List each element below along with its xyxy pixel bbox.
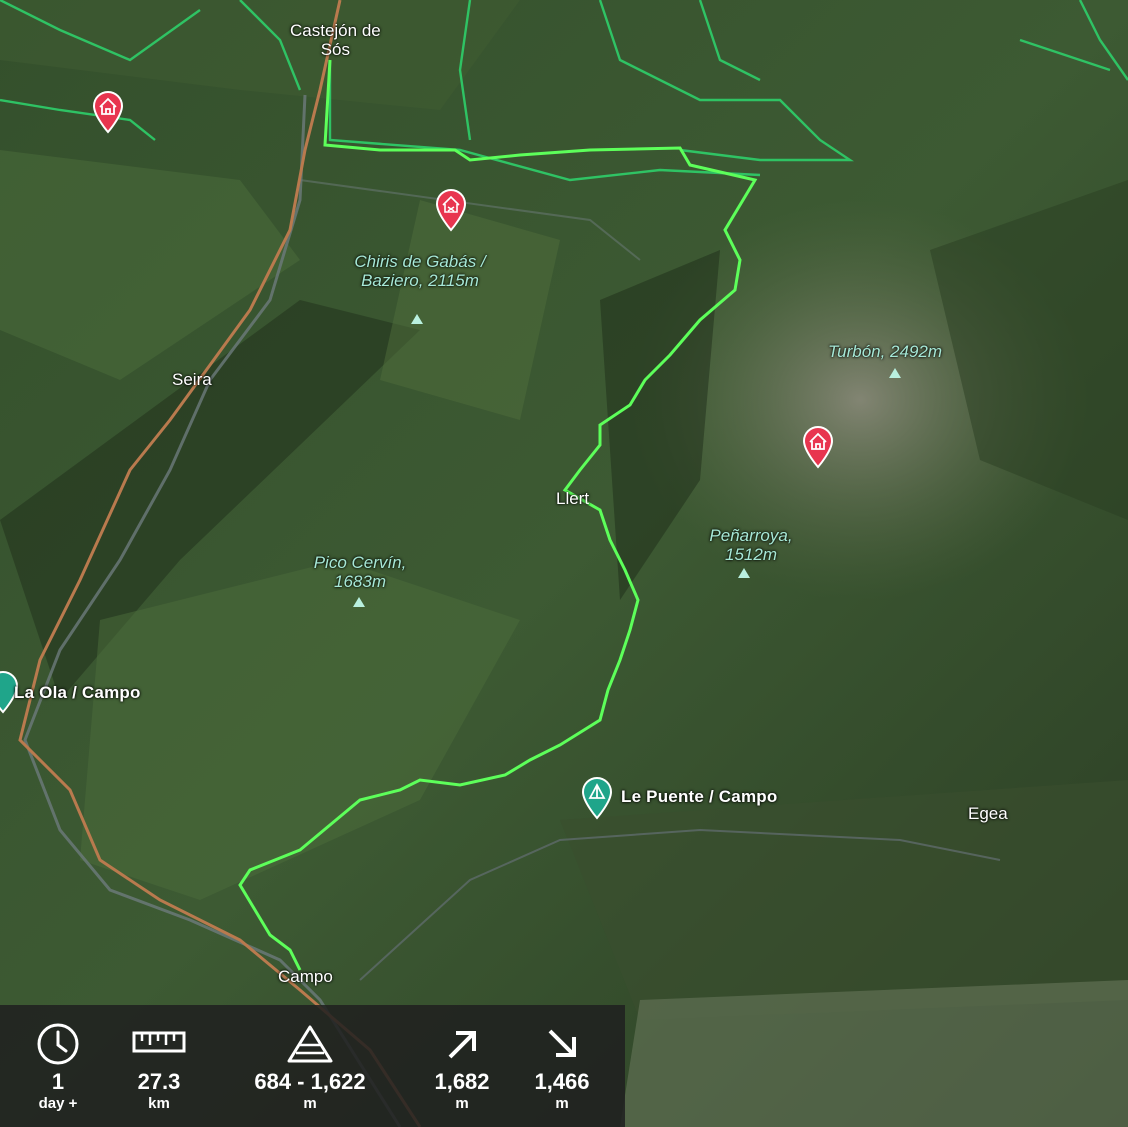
duration-unit: day + [38,1095,78,1112]
elevation-range-unit: m [303,1095,317,1112]
town-label-egea: Egea [968,804,1008,823]
mountain-icon [287,1025,333,1063]
route-stats-panel: 1 day + 27.3 km 684 - 1,622 m 1,682 m 1,… [0,1005,625,1127]
ascent-unit: m [455,1095,469,1112]
peak-icon [411,314,423,324]
arrow-up-right-icon [448,1031,476,1059]
clock-icon [37,1023,79,1065]
hut-pin[interactable] [801,425,835,469]
stat-descent: 1,466 m [512,1005,612,1127]
terrain-map[interactable] [0,0,1128,1127]
stat-duration: 1 day + [0,1005,116,1127]
town-label-llert: Llert [556,489,590,508]
descent-value: 1,466 [534,1069,590,1094]
peak-label-turbon: Turbón, 2492m [828,342,943,361]
arrow-down-right-icon [548,1029,576,1057]
peak-icon [889,368,901,378]
duration-value: 1 [51,1069,65,1094]
stat-elevation-range: 684 - 1,622 m [230,1005,390,1127]
town-label-campo: Campo [278,967,333,986]
poi-label-le-puente: Le Puente / Campo [621,787,778,806]
stat-distance: 27.3 km [116,1005,202,1127]
ruler-icon [132,1031,186,1053]
town-label-castejon: Castejón de Sós [290,21,381,59]
descent-unit: m [555,1095,569,1112]
elevation-range-value: 684 - 1,622 [254,1069,366,1094]
stat-ascent: 1,682 m [412,1005,512,1127]
poi-label-la-ola: La Ola / Campo [14,683,141,702]
distance-unit: km [148,1095,170,1112]
peak-icon [738,568,750,578]
distance-value: 27.3 [137,1069,181,1094]
peak-label-penarroya: Peñarroya, 1512m [709,526,793,564]
peak-icon [353,597,365,607]
shelter-pin[interactable] [434,188,468,232]
ascent-value: 1,682 [434,1069,490,1094]
hut-pin[interactable] [91,90,125,134]
peak-label-chiris: Chiris de Gabás / Baziero, 2115m [354,252,486,290]
town-label-seira: Seira [172,370,212,389]
peak-label-cervin: Pico Cervín, 1683m [313,553,407,591]
campsite-pin[interactable] [580,776,614,820]
